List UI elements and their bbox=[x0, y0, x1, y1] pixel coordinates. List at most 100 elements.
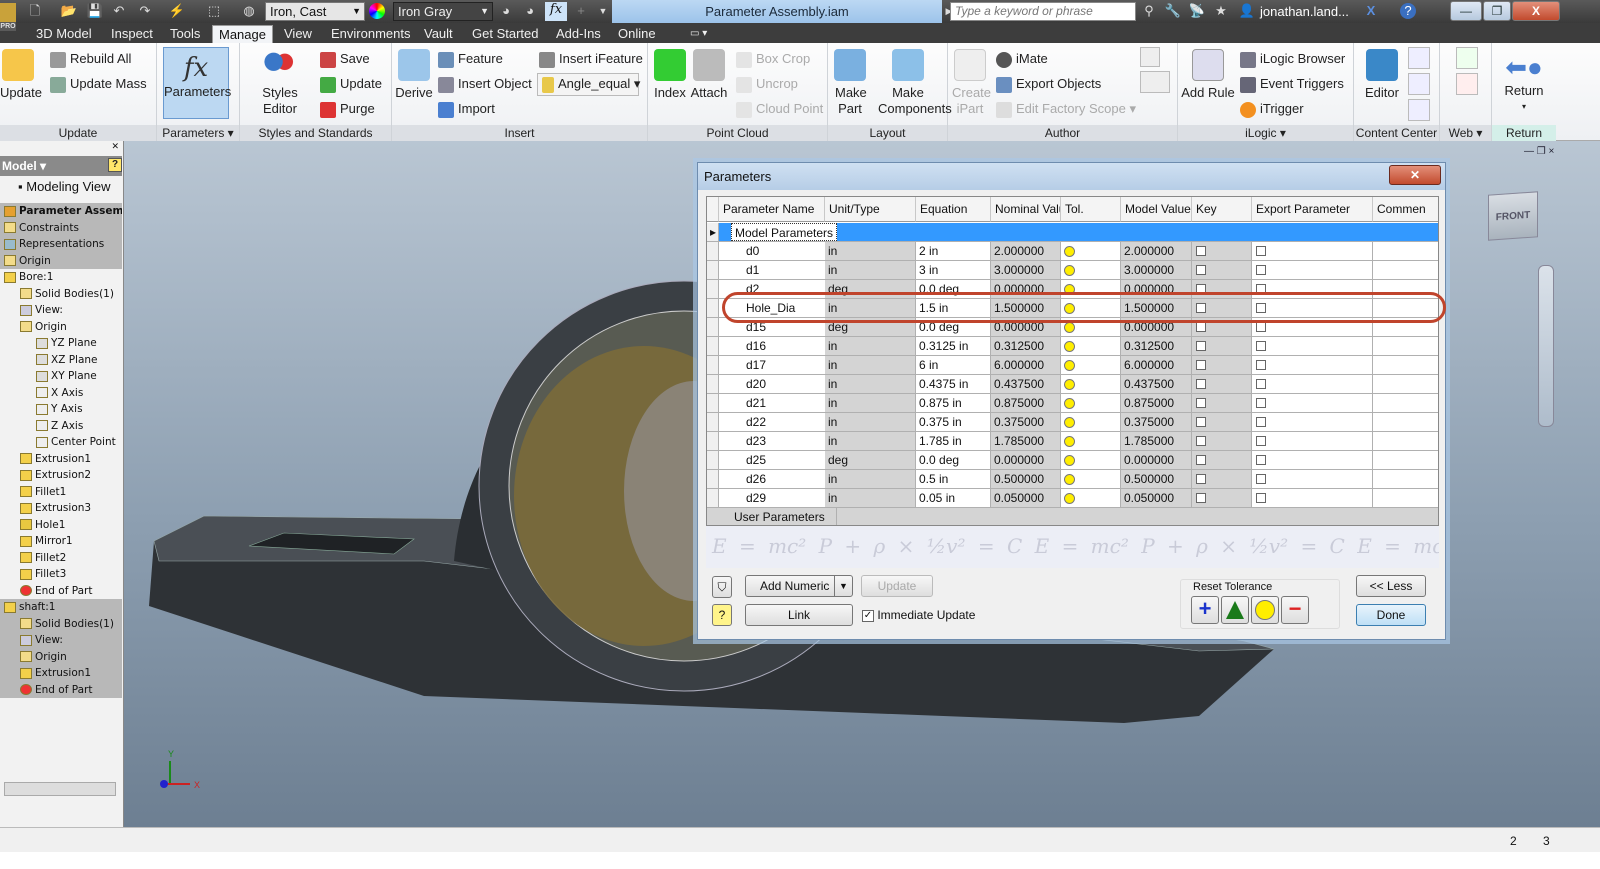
row-header[interactable] bbox=[707, 280, 719, 298]
cell-tol[interactable] bbox=[1061, 470, 1121, 488]
cell-equation[interactable]: 0.0 deg bbox=[916, 451, 991, 469]
export-checkbox[interactable] bbox=[1256, 341, 1266, 351]
tolerance-dot-icon[interactable] bbox=[1064, 360, 1075, 371]
column-header-tol[interactable]: Tol. bbox=[1061, 197, 1121, 222]
browser-item[interactable]: End of Part bbox=[0, 583, 122, 600]
cell-comment[interactable] bbox=[1373, 394, 1438, 412]
parameters-button[interactable]: fx Parameters bbox=[163, 47, 231, 119]
tolerance-dot-icon[interactable] bbox=[1064, 379, 1075, 390]
tolerance-dot-icon[interactable] bbox=[1064, 398, 1075, 409]
tolerance-dot-icon[interactable] bbox=[1064, 417, 1075, 428]
cell-equation[interactable]: 0.875 in bbox=[916, 394, 991, 412]
cell-export[interactable] bbox=[1252, 375, 1373, 393]
save-icon[interactable]: 💾 bbox=[86, 3, 104, 19]
row-header[interactable] bbox=[707, 242, 719, 260]
browser-item[interactable]: Solid Bodies(1) bbox=[0, 615, 122, 632]
satellite-icon[interactable]: 📡 bbox=[1188, 3, 1206, 19]
cell-export[interactable] bbox=[1252, 413, 1373, 431]
user-name[interactable]: jonathan.land... bbox=[1260, 4, 1349, 19]
open-icon[interactable]: 📂 bbox=[60, 3, 78, 19]
row-header[interactable] bbox=[707, 394, 719, 412]
browser-item[interactable]: Origin bbox=[0, 648, 122, 665]
export-checkbox[interactable] bbox=[1256, 398, 1266, 408]
browser-item[interactable]: End of Part bbox=[0, 681, 122, 698]
content-center-editor-button[interactable]: Editor bbox=[1360, 49, 1404, 101]
key-checkbox[interactable] bbox=[1196, 474, 1206, 484]
browser-item[interactable]: Fillet2 bbox=[0, 550, 122, 567]
parameter-row[interactable]: d26 in 0.5 in 0.500000 0.500000 bbox=[707, 470, 1438, 489]
insert-object-button[interactable]: Insert Object bbox=[438, 76, 532, 93]
cell-tol[interactable] bbox=[1061, 261, 1121, 279]
fx-parameters-icon[interactable]: fx bbox=[545, 2, 567, 21]
styles-editor-button[interactable]: Styles Editor bbox=[244, 49, 316, 117]
tolerance-dot-icon[interactable] bbox=[1064, 436, 1075, 447]
navigation-bar[interactable] bbox=[1538, 265, 1554, 427]
cell-key[interactable] bbox=[1192, 413, 1252, 431]
export-objects-button[interactable]: Export Objects bbox=[996, 76, 1101, 93]
key-checkbox[interactable] bbox=[1196, 379, 1206, 389]
less-button[interactable]: << Less bbox=[1356, 575, 1426, 597]
new-icon[interactable]: 🗋 bbox=[26, 3, 44, 19]
cell-key[interactable] bbox=[1192, 242, 1252, 260]
cell-name[interactable]: d23 bbox=[743, 432, 837, 450]
browser-item[interactable]: Fillet1 bbox=[0, 484, 122, 501]
cell-comment[interactable] bbox=[1373, 242, 1438, 260]
cell-equation[interactable]: 0.3125 in bbox=[916, 337, 991, 355]
cc-tool-1-button[interactable] bbox=[1408, 47, 1430, 69]
median-tolerance-button[interactable] bbox=[1251, 596, 1279, 624]
panel-label-parameters[interactable]: Parameters ▾ bbox=[157, 125, 239, 141]
cell-name[interactable]: d17 bbox=[743, 356, 837, 374]
column-header-name[interactable]: Parameter Name bbox=[719, 197, 825, 222]
cell-comment[interactable] bbox=[1373, 261, 1438, 279]
select-icon[interactable]: ⬚ bbox=[205, 3, 223, 19]
cell-tol[interactable] bbox=[1061, 375, 1121, 393]
parameter-row[interactable]: d16 in 0.3125 in 0.312500 0.312500 bbox=[707, 337, 1438, 356]
cell-name[interactable]: d20 bbox=[743, 375, 837, 393]
column-header-key[interactable]: Key bbox=[1192, 197, 1252, 222]
cell-comment[interactable] bbox=[1373, 489, 1438, 507]
cell-equation[interactable]: 1.785 in bbox=[916, 432, 991, 450]
dialog-help-button[interactable]: ? bbox=[712, 604, 732, 626]
export-checkbox[interactable] bbox=[1256, 417, 1266, 427]
tolerance-dot-icon[interactable] bbox=[1064, 474, 1075, 485]
app-menu-button[interactable] bbox=[0, 3, 16, 22]
browser-item[interactable]: Bore:1 bbox=[0, 269, 122, 286]
help-search-input[interactable]: Type a keyword or phrase bbox=[950, 2, 1136, 21]
cell-tol[interactable] bbox=[1061, 356, 1121, 374]
cell-tol[interactable] bbox=[1061, 413, 1121, 431]
export-checkbox[interactable] bbox=[1256, 474, 1266, 484]
insert-ifeature-button[interactable]: Insert iFeature bbox=[539, 51, 643, 68]
box-crop-button[interactable]: Box Crop bbox=[736, 51, 810, 68]
dialog-close-button[interactable]: ✕ bbox=[1389, 165, 1441, 185]
parameter-row[interactable]: d17 in 6 in 6.000000 6.000000 bbox=[707, 356, 1438, 375]
key-checkbox[interactable] bbox=[1196, 417, 1206, 427]
cell-equation[interactable]: 2 in bbox=[916, 242, 991, 260]
row-header[interactable] bbox=[707, 356, 719, 374]
adjust-appearance-icon[interactable]: ◕ bbox=[497, 3, 515, 19]
browser-item[interactable]: Solid Bodies(1) bbox=[0, 286, 122, 303]
favorites-star-icon[interactable]: ★ bbox=[1212, 3, 1230, 19]
styles-update-button[interactable]: Update bbox=[320, 76, 382, 93]
column-header-nominal[interactable]: Nominal Valu bbox=[991, 197, 1061, 222]
undo-icon[interactable]: ↶ bbox=[110, 3, 128, 19]
binoculars-icon[interactable]: ⚲ bbox=[1140, 3, 1158, 19]
row-header[interactable] bbox=[707, 432, 719, 450]
done-button[interactable]: Done bbox=[1356, 604, 1426, 626]
panel-label-web[interactable]: Web ▾ bbox=[1440, 125, 1491, 141]
cell-equation[interactable]: 0.4375 in bbox=[916, 375, 991, 393]
nominal-tolerance-button[interactable] bbox=[1221, 596, 1249, 624]
column-header-model[interactable]: Model Value bbox=[1121, 197, 1192, 222]
cell-comment[interactable] bbox=[1373, 356, 1438, 374]
cell-key[interactable] bbox=[1192, 356, 1252, 374]
import-button[interactable]: Import bbox=[438, 101, 495, 118]
browser-item[interactable]: Representations bbox=[0, 236, 122, 253]
cell-export[interactable] bbox=[1252, 394, 1373, 412]
parameter-row[interactable]: d23 in 1.785 in 1.785000 1.785000 bbox=[707, 432, 1438, 451]
cell-export[interactable] bbox=[1252, 489, 1373, 507]
make-components-button[interactable]: Make Components bbox=[870, 49, 952, 117]
update-mass-button[interactable]: Update Mass bbox=[50, 76, 147, 93]
key-checkbox[interactable] bbox=[1196, 436, 1206, 446]
filter-button[interactable]: ⛉ bbox=[712, 576, 732, 598]
cell-equation[interactable]: 0.5 in bbox=[916, 470, 991, 488]
browser-item[interactable]: shaft:1 bbox=[0, 599, 122, 616]
